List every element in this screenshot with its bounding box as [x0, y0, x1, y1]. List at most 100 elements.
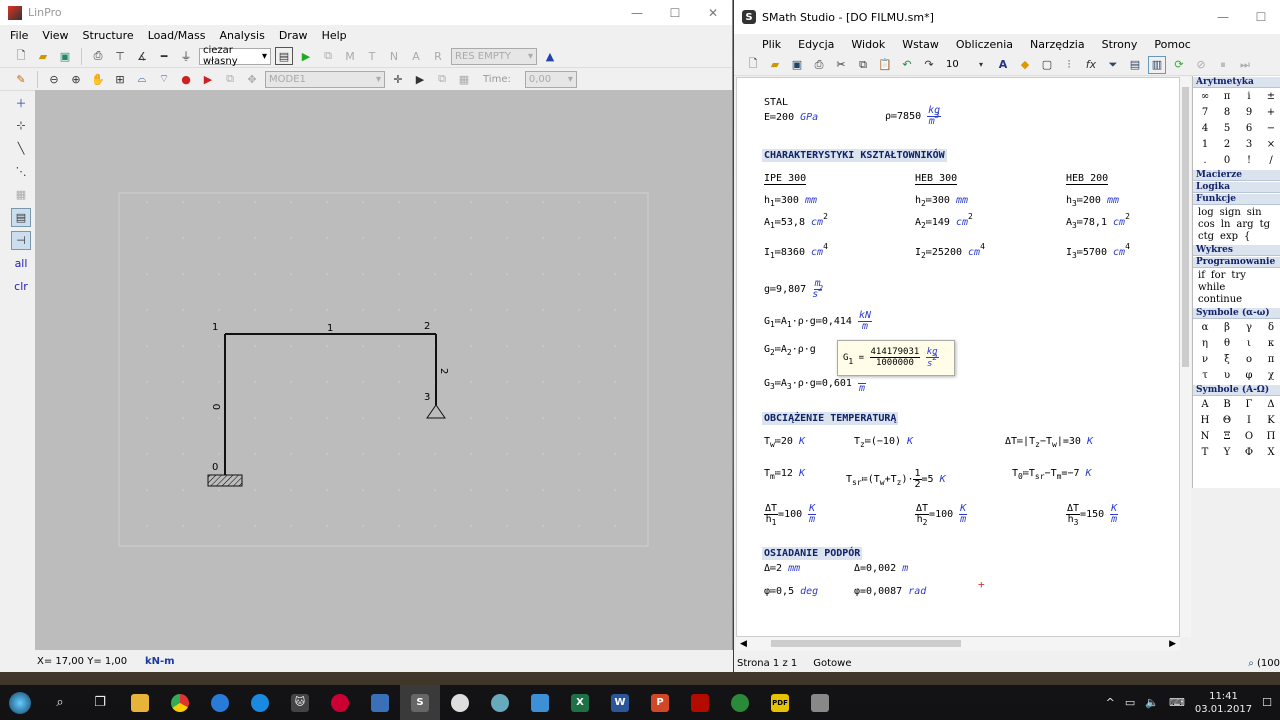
border-icon[interactable]: ▢	[1038, 56, 1056, 74]
panel-header-logika[interactable]: Logika	[1193, 182, 1280, 193]
greek-upper-button-9[interactable]: Ξ	[1217, 429, 1237, 444]
frames-icon[interactable]: ⧉	[433, 70, 451, 88]
calculate-icon[interactable]: ⟳	[1170, 56, 1188, 74]
copy-results-icon[interactable]: ⧉	[319, 47, 337, 65]
greek-upper-button-11[interactable]: Π	[1261, 429, 1280, 444]
maximize-icon[interactable]: ☐	[656, 0, 694, 25]
new-file-icon[interactable]: 🗋	[12, 47, 30, 65]
section-header-temperature[interactable]: OBCIĄŻENIE TEMPERATURĄ	[762, 412, 899, 425]
program-button-0[interactable]: if	[1198, 270, 1205, 281]
greek-upper-button-14[interactable]: Φ	[1239, 445, 1259, 460]
move-icon[interactable]: ✥	[243, 70, 261, 88]
greek-lower-button-8[interactable]: ν	[1195, 352, 1215, 367]
copy-icon[interactable]: ⧉	[854, 56, 872, 74]
greek-upper-button-6[interactable]: Ι	[1239, 413, 1259, 428]
function-button-4[interactable]: ln	[1221, 219, 1231, 230]
animate-icon[interactable]: ▶	[411, 70, 429, 88]
greek-lower-button-12[interactable]: τ	[1195, 368, 1215, 383]
E-definition[interactable]: E≔200 GPa	[764, 112, 818, 123]
spring-icon[interactable]: ⏚	[177, 47, 195, 65]
menu-plik[interactable]: Plik	[762, 38, 781, 51]
A2-definition[interactable]: A2≔149 cm2	[915, 212, 973, 230]
units-label[interactable]: kN-m	[145, 656, 175, 667]
moment-diagram-icon[interactable]: M	[341, 47, 359, 65]
greek-lower-button-6[interactable]: ι	[1239, 336, 1259, 351]
grid-icon[interactable]: ▦	[11, 185, 31, 204]
result-select[interactable]: RES EMPTY ▾	[451, 47, 537, 65]
menu-draw[interactable]: Draw	[279, 29, 308, 42]
task-view-icon[interactable]: ❐	[80, 685, 120, 720]
palette-button-13[interactable]: 2	[1217, 137, 1237, 152]
add-node-icon[interactable]: ＋	[11, 93, 31, 112]
panel-header-greek-upper[interactable]: Symbole (Α-Ω)	[1193, 385, 1280, 396]
rho-definition[interactable]: ρ≔7850 kg m3	[885, 105, 942, 127]
palette-button-9[interactable]: 5	[1217, 121, 1237, 136]
greek-lower-button-1[interactable]: β	[1217, 320, 1237, 335]
menu-narzedzia[interactable]: Narzędzia	[1030, 38, 1085, 51]
function-button-0[interactable]: log	[1198, 207, 1214, 218]
function-button-9[interactable]: {	[1244, 231, 1250, 242]
dT-h2-definition[interactable]: ΔT h2=100 Km	[915, 503, 968, 527]
panel-header-greek-lower[interactable]: Symbole (α-ω)	[1193, 308, 1280, 319]
I1-definition[interactable]: I1≔8360 cm4	[764, 242, 828, 260]
pdf-icon[interactable]: PDF	[760, 685, 800, 720]
palette-button-17[interactable]: 0	[1217, 153, 1237, 168]
greek-lower-button-14[interactable]: φ	[1239, 368, 1259, 383]
select-all-button[interactable]: all	[11, 254, 31, 273]
normal-diagram-icon[interactable]: T	[363, 47, 381, 65]
zoom-level[interactable]: ⌕ (100	[1248, 658, 1280, 669]
function-button-6[interactable]: tg	[1260, 219, 1270, 230]
properties-icon[interactable]: ▤	[11, 208, 31, 227]
palette-button-5[interactable]: 8	[1217, 105, 1237, 120]
edge-icon[interactable]	[240, 685, 280, 720]
new-file-icon[interactable]: 🗋	[744, 56, 762, 74]
delta-definition[interactable]: Δ≔2 mm	[764, 563, 800, 574]
greek-lower-button-11[interactable]: π	[1261, 352, 1280, 367]
palette-button-2[interactable]: i	[1239, 89, 1259, 104]
displacement-icon[interactable]: A	[407, 47, 425, 65]
member-load-icon[interactable]: ⋱	[11, 162, 31, 181]
cat-app-icon[interactable]: 🐱	[280, 685, 320, 720]
font-color-icon[interactable]: A	[994, 56, 1012, 74]
dT-h1-definition[interactable]: ΔT h1=100 Km	[764, 503, 817, 527]
greek-upper-button-15[interactable]: Χ	[1261, 445, 1280, 460]
greek-upper-button-13[interactable]: Υ	[1217, 445, 1237, 460]
palette-button-4[interactable]: 7	[1195, 105, 1215, 120]
palette-button-16[interactable]: .	[1195, 153, 1215, 168]
h1-definition[interactable]: h1≔300 mm	[764, 195, 817, 208]
greek-upper-button-10[interactable]: Ο	[1239, 429, 1259, 444]
beam-down-icon[interactable]: ⌔	[155, 70, 173, 88]
pencil-icon[interactable]: ✎	[12, 70, 30, 88]
save-icon[interactable]: ▣	[788, 56, 806, 74]
chrome-icon[interactable]	[160, 685, 200, 720]
menu-structure[interactable]: Structure	[83, 29, 134, 42]
greek-upper-button-12[interactable]: Τ	[1195, 445, 1215, 460]
word-icon[interactable]: W	[600, 685, 640, 720]
scroll-left-icon[interactable]: ◀	[740, 639, 747, 649]
zoom-in-icon[interactable]: ⊕	[67, 70, 85, 88]
I2-definition[interactable]: I2≔25200 cm4	[915, 242, 985, 260]
close-icon[interactable]: ✕	[694, 0, 732, 25]
greek-upper-button-7[interactable]: Κ	[1261, 413, 1280, 428]
menu-load-mass[interactable]: Load/Mass	[148, 29, 206, 42]
beam-up-icon[interactable]: ⌓	[133, 70, 151, 88]
greek-upper-button-2[interactable]: Γ	[1239, 397, 1259, 412]
palette-button-15[interactable]: ×	[1261, 137, 1280, 152]
function-button-2[interactable]: sin	[1247, 207, 1262, 218]
globe-icon[interactable]	[480, 685, 520, 720]
node-red-icon[interactable]: ●	[177, 70, 195, 88]
smath-taskbar-icon[interactable]: S	[400, 685, 440, 720]
palette-button-14[interactable]: 3	[1239, 137, 1259, 152]
Tm-definition[interactable]: Tm≔12 K	[764, 468, 805, 481]
palette-button-3[interactable]: ±	[1261, 89, 1280, 104]
menu-analysis[interactable]: Analysis	[220, 29, 265, 42]
h2-definition[interactable]: h2≔300 mm	[915, 195, 968, 208]
save-icon[interactable]: ▣	[56, 47, 74, 65]
I3-definition[interactable]: I3≔5700 cm4	[1066, 242, 1130, 260]
menu-obliczenia[interactable]: Obliczenia	[956, 38, 1013, 51]
print-icon[interactable]: ⎙	[810, 56, 828, 74]
palette-button-12[interactable]: 1	[1195, 137, 1215, 152]
greek-upper-button-1[interactable]: Β	[1217, 397, 1237, 412]
T0-definition[interactable]: T0≔Tsr−Tm=−7 K	[1012, 468, 1092, 481]
film-icon[interactable]: ▦	[455, 70, 473, 88]
